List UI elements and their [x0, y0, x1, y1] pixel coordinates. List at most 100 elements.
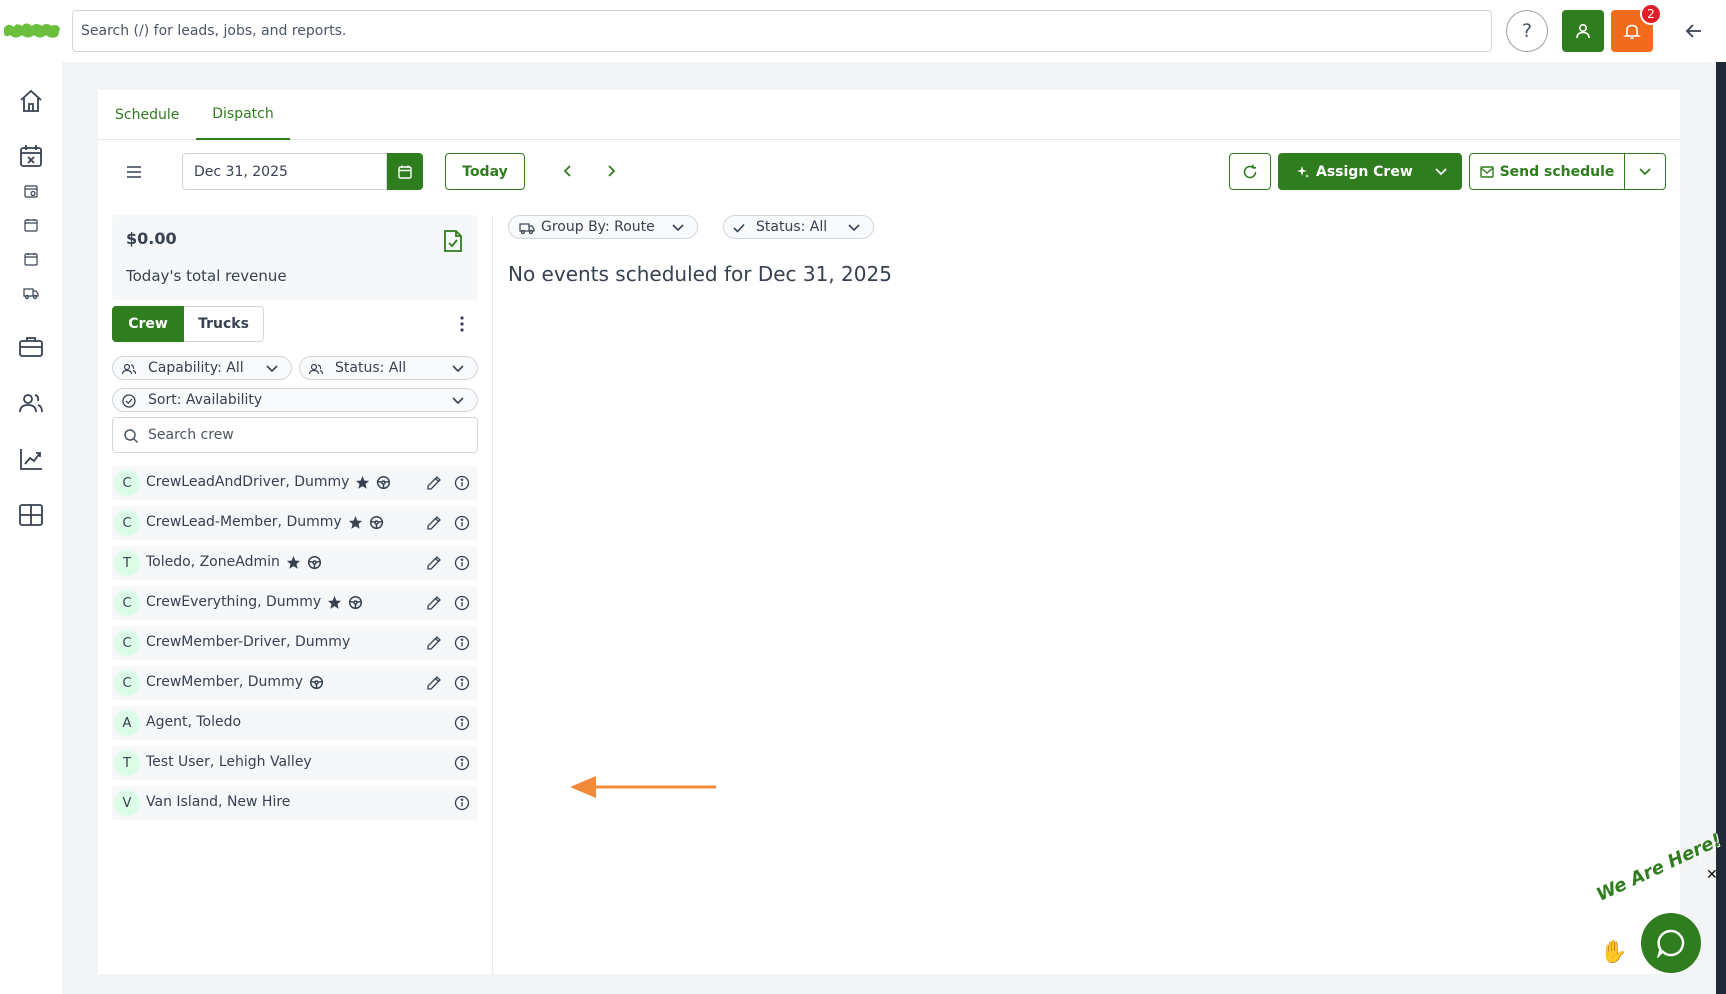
- crew-name: Van Island, New Hire: [146, 794, 290, 810]
- page-scrollbar[interactable]: [1716, 62, 1726, 994]
- grid-icon: [19, 504, 43, 526]
- previous-day-button[interactable]: [556, 160, 578, 182]
- bell-icon: [1623, 24, 1641, 40]
- today-button[interactable]: Today: [445, 153, 525, 190]
- crew-avatar: V: [114, 790, 140, 816]
- crew-row[interactable]: C CrewEverything, Dummy: [112, 586, 478, 620]
- calendar-icon: [398, 165, 412, 179]
- chat-launcher-button[interactable]: [1641, 913, 1701, 973]
- sparkle-icon: [1297, 165, 1309, 178]
- file-check-icon[interactable]: [442, 229, 464, 253]
- edit-pencil-icon[interactable]: [426, 595, 442, 611]
- send-schedule-button[interactable]: Send schedule: [1469, 153, 1625, 190]
- edit-pencil-icon[interactable]: [426, 675, 442, 691]
- crew-name-text: CrewEverything, Dummy: [146, 594, 322, 610]
- crew-name: CrewMember, Dummy: [146, 674, 324, 690]
- global-search-input[interactable]: Search (/) for leads, jobs, and reports.: [72, 10, 1492, 52]
- user-profile-button[interactable]: [1562, 10, 1604, 52]
- nav-calendar-sub-3[interactable]: [22, 250, 40, 268]
- dispatch-status-filter[interactable]: Status: All: [723, 215, 874, 239]
- crew-search-placeholder: Search crew: [148, 427, 234, 443]
- info-icon[interactable]: [454, 635, 470, 651]
- info-icon[interactable]: [454, 475, 470, 491]
- info-icon[interactable]: [454, 595, 470, 611]
- revenue-amount: $0.00: [126, 229, 177, 248]
- tab-dispatch[interactable]: Dispatch: [196, 90, 290, 140]
- nav-home[interactable]: [16, 86, 46, 116]
- capability-filter[interactable]: Capability: All: [112, 356, 292, 380]
- tab-dispatch-label: Dispatch: [212, 106, 274, 122]
- group-by-filter[interactable]: Group By: Route: [508, 215, 698, 239]
- info-icon[interactable]: [454, 755, 470, 771]
- crew-row[interactable]: V Van Island, New Hire: [112, 786, 478, 820]
- page-tabs: Schedule Dispatch: [98, 90, 1680, 140]
- crew-status-filter[interactable]: Status: All: [299, 356, 478, 380]
- crew-name-text: CrewLeadAndDriver, Dummy: [146, 474, 350, 490]
- dispatch-card: Schedule Dispatch Dec 31, 2025 Today Ass…: [98, 90, 1680, 974]
- arrow-left-icon: [1685, 24, 1701, 38]
- info-icon[interactable]: [454, 715, 470, 731]
- crew-search-input[interactable]: Search crew: [112, 417, 478, 453]
- info-icon[interactable]: [454, 795, 470, 811]
- date-input[interactable]: Dec 31, 2025: [182, 153, 387, 190]
- refresh-button[interactable]: [1229, 153, 1271, 190]
- crew-name-text: Toledo, ZoneAdmin: [146, 554, 280, 570]
- crew-options-button[interactable]: [456, 313, 468, 335]
- crew-avatar: C: [114, 590, 140, 616]
- tab-schedule[interactable]: Schedule: [115, 90, 185, 140]
- edit-pencil-icon[interactable]: [426, 635, 442, 651]
- nav-jobs[interactable]: [16, 332, 46, 362]
- crew-avatar: C: [114, 630, 140, 656]
- crew-row[interactable]: C CrewMember, Dummy: [112, 666, 478, 700]
- info-icon[interactable]: [454, 555, 470, 571]
- crew-avatar: T: [114, 550, 140, 576]
- crew-avatar: C: [114, 670, 140, 696]
- nav-reports[interactable]: [16, 444, 46, 474]
- crew-row[interactable]: T Test User, Lehigh Valley: [112, 746, 478, 780]
- check-circle-icon: [122, 394, 136, 408]
- sort-filter[interactable]: Sort: Availability: [112, 388, 478, 412]
- nav-apps[interactable]: [16, 500, 46, 530]
- users-icon: [121, 363, 137, 375]
- nav-calendar-sub-2[interactable]: [22, 216, 40, 234]
- menu-button[interactable]: [122, 160, 146, 184]
- edit-pencil-icon[interactable]: [426, 475, 442, 491]
- calendar-icon: [24, 253, 38, 266]
- edit-pencil-icon[interactable]: [426, 555, 442, 571]
- send-schedule-label: Send schedule: [1499, 163, 1615, 180]
- chat-close-button[interactable]: ✕: [1706, 868, 1720, 882]
- info-icon[interactable]: [454, 515, 470, 531]
- crew-avatar: T: [114, 750, 140, 776]
- crew-panel: $0.00 Today's total revenue Crew Trucks …: [98, 215, 493, 974]
- crew-row[interactable]: C CrewLead-Member, Dummy: [112, 506, 478, 540]
- nav-calendar-sub-1[interactable]: [22, 182, 40, 200]
- segment-trucks[interactable]: Trucks: [184, 306, 264, 342]
- assign-crew-button[interactable]: Assign Crew: [1278, 153, 1462, 190]
- next-day-button[interactable]: [601, 160, 623, 182]
- date-picker-button[interactable]: [387, 153, 423, 190]
- crew-row[interactable]: A Agent, Toledo: [112, 706, 478, 740]
- help-button[interactable]: ?: [1506, 10, 1548, 52]
- nav-people[interactable]: [16, 388, 46, 418]
- nav-schedule[interactable]: [16, 141, 46, 171]
- nav-dispatch-trucks[interactable]: [22, 284, 40, 302]
- assign-crew-dropdown[interactable]: [1420, 153, 1462, 190]
- date-value: Dec 31, 2025: [194, 163, 288, 180]
- edit-pencil-icon[interactable]: [426, 515, 442, 531]
- company-logo[interactable]: [2, 18, 62, 42]
- crew-row[interactable]: T Toledo, ZoneAdmin: [112, 546, 478, 580]
- send-schedule-dropdown[interactable]: [1624, 153, 1666, 190]
- crew-row[interactable]: C CrewMember-Driver, Dummy: [112, 626, 478, 660]
- crew-name: CrewEverything, Dummy: [146, 594, 363, 610]
- briefcase-icon: [19, 337, 43, 357]
- star-icon: [328, 595, 342, 609]
- info-icon[interactable]: [454, 675, 470, 691]
- chevron-down-icon: [848, 224, 860, 232]
- collapse-back-button[interactable]: [1680, 18, 1708, 44]
- segment-crew[interactable]: Crew: [112, 306, 184, 342]
- chevron-right-icon: [608, 165, 616, 177]
- hamburger-icon: [127, 166, 141, 178]
- chart-line-icon: [20, 449, 42, 470]
- crew-row[interactable]: C CrewLeadAndDriver, Dummy: [112, 466, 478, 500]
- home-icon: [20, 89, 42, 112]
